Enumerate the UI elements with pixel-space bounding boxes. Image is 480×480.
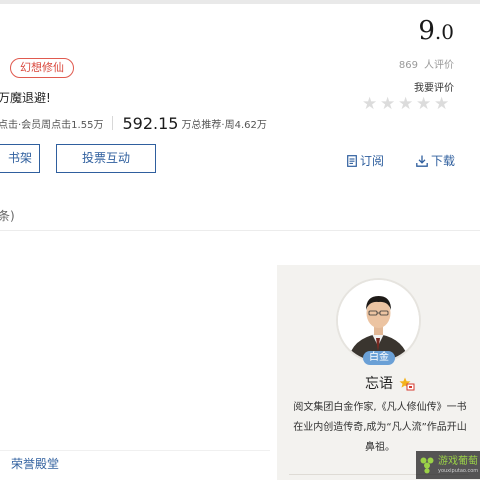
rating-score: 9.0 (418, 16, 454, 46)
author-level-badge: 白金 (363, 351, 395, 365)
medal-icon (399, 377, 415, 391)
star-icon[interactable]: ★ (416, 95, 434, 113)
recommend-count: 592.15 (122, 113, 179, 133)
grape-logo-icon (420, 457, 434, 474)
author-card: 白金 忘语 阅文集团白金作家,《凡人修仙传》一书在业内创造传奇,成为“凡人流”作… (277, 265, 480, 480)
author-portrait (338, 280, 419, 361)
section-divider (0, 230, 480, 231)
author-bio: 阅文集团白金作家,《凡人修仙传》一书在业内创造传奇,成为“凡人流”作品开山鼻祖。 (293, 402, 467, 453)
rating-count: 869 人评价 (399, 56, 454, 71)
stats-divider (112, 116, 114, 130)
author-name[interactable]: 忘语 (365, 373, 393, 393)
site-watermark: 游戏葡萄 youxiputao.com (416, 451, 480, 479)
star-icon[interactable]: ★ (380, 95, 398, 113)
download-link[interactable]: 下载 (416, 152, 455, 169)
top-banner-strip (0, 0, 480, 4)
vote-interact-button[interactable]: 投票互动 (56, 144, 156, 173)
add-to-shelf-button[interactable]: 书架 (0, 144, 40, 173)
book-tagline: 万魔退避! (0, 91, 51, 105)
genre-tag[interactable]: 幻想修仙 (10, 58, 74, 78)
watermark-text: 游戏葡萄 youxiputao.com (438, 456, 478, 475)
score-decimal: .0 (434, 20, 454, 44)
honor-hall-link[interactable]: 荣誉殿堂 (11, 455, 59, 472)
honor-divider (0, 450, 270, 451)
rate-label: 我要评价 (414, 83, 454, 94)
download-label: 下载 (431, 154, 456, 168)
watermark-brand: 游戏葡萄 (438, 455, 478, 467)
click-stats: 点击·会员周点击1.55万 (0, 119, 104, 131)
download-icon (416, 155, 428, 167)
book-stats: 点击·会员周点击1.55万 592.15 万总推荐·周4.62万 (0, 112, 267, 134)
document-icon (347, 154, 357, 167)
star-icon[interactable]: ★ (434, 95, 452, 113)
author-avatar[interactable] (338, 280, 419, 361)
star-icon[interactable]: ★ (362, 95, 380, 113)
rating-count-number: 869 (398, 60, 418, 71)
rating-stars[interactable]: ★ ★ ★ ★ ★ (362, 95, 452, 113)
score-integer: 9 (418, 16, 435, 46)
subscribe-label: 订阅 (360, 154, 385, 168)
star-icon[interactable]: ★ (398, 95, 416, 113)
recommend-stats: 万总推荐·周4.62万 (181, 119, 267, 131)
comments-count-fragment: 条) (0, 209, 15, 223)
rating-count-suffix: 人评价 (424, 60, 454, 71)
watermark-url: youxiputao.com (438, 467, 479, 474)
subscribe-link[interactable]: 订阅 (347, 152, 384, 169)
